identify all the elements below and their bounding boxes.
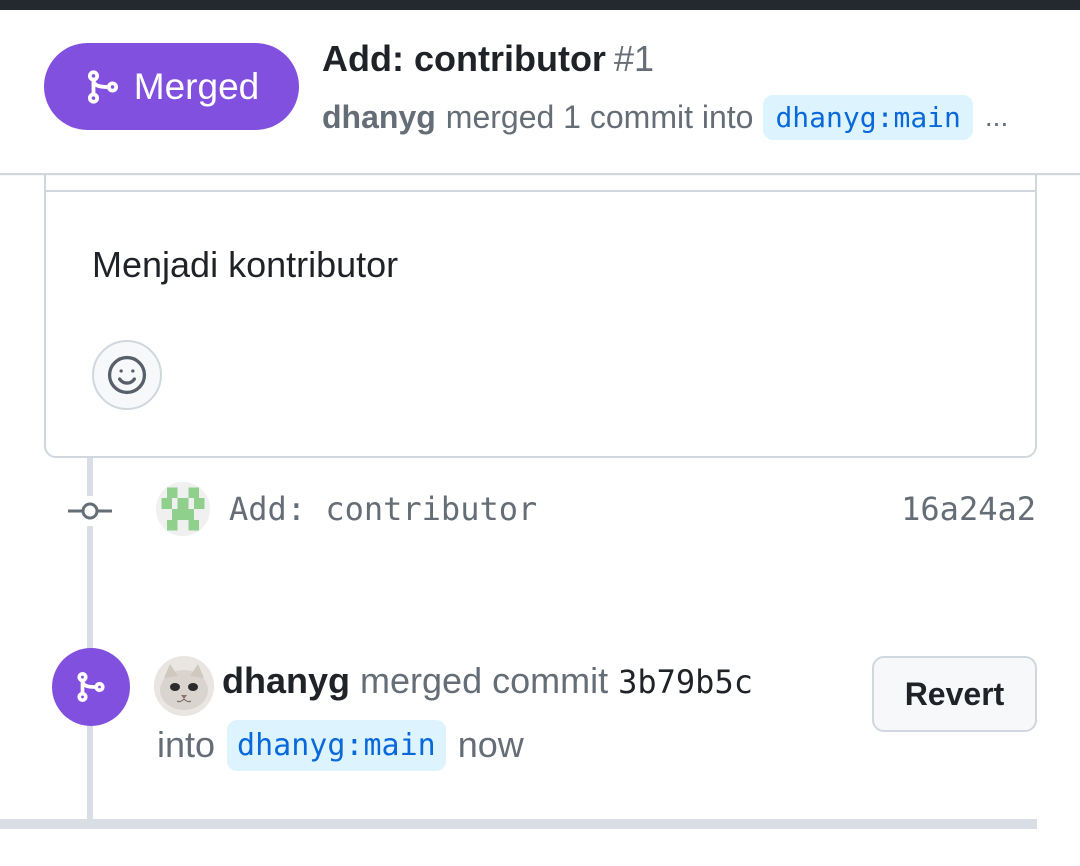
timeline-end-divider [0, 819, 1037, 829]
commit-sha-link[interactable]: 16a24a2 [901, 490, 1036, 528]
git-merge-icon [77, 671, 105, 703]
merged-status-label: Merged [133, 65, 260, 107]
pr-subtitle: dhanyg merged 1 commit into dhanyg:main … [322, 94, 1008, 140]
overflow-ellipsis: ... [984, 101, 1009, 132]
base-branch-label[interactable]: dhanyg:main [763, 94, 973, 140]
merge-time[interactable]: now [458, 724, 524, 766]
merge-action-text: merged commit [360, 660, 609, 701]
git-merge-icon [87, 69, 118, 104]
merge-author-avatar[interactable] [154, 656, 214, 716]
merge-commit-sha-link[interactable]: 3b79b5c [618, 663, 753, 701]
pr-title-text: Add: contributor [322, 38, 606, 79]
merge-event-text: dhanyg merged commit 3b79b5c [222, 660, 753, 702]
add-reaction-button[interactable] [92, 340, 162, 410]
pr-sticky-header: Merged Add: contributor #1 dhanyg merged … [0, 10, 1080, 175]
pr-title: Add: contributor #1 [322, 38, 654, 80]
top-bar [0, 0, 1080, 10]
commit-message-link[interactable]: Add: contributor [229, 490, 537, 528]
pr-number: #1 [613, 38, 654, 79]
comment-body: Menjadi kontributor [92, 244, 399, 285]
pr-author-link[interactable]: dhanyg [322, 99, 436, 136]
cat-avatar-icon [154, 656, 214, 716]
merge-target-branch[interactable]: dhanyg:main [227, 719, 446, 771]
smiley-icon [107, 355, 147, 395]
revert-button[interactable]: Revert [872, 656, 1037, 732]
merge-event-badge [52, 648, 130, 726]
merge-event-target: into dhanyg:main now [157, 716, 524, 774]
git-commit-icon [68, 496, 112, 526]
into-text: into [157, 724, 216, 765]
identicon-icon [156, 482, 210, 536]
pr-summary-text: merged 1 commit into [445, 98, 754, 135]
merged-status-badge: Merged [44, 43, 299, 130]
commit-author-avatar[interactable] [156, 482, 210, 536]
comment-header-divider [46, 190, 1035, 192]
merge-author-link[interactable]: dhanyg [222, 660, 350, 701]
